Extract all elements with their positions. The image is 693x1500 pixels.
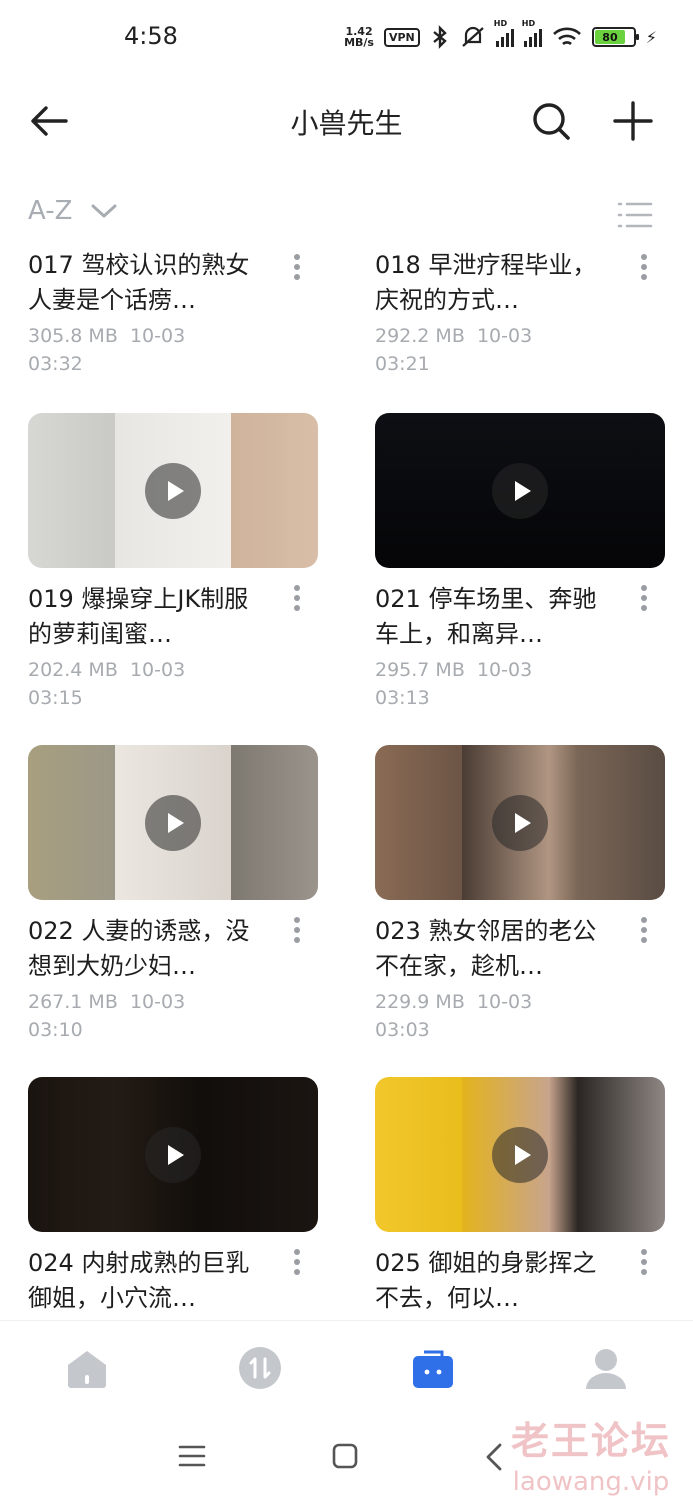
sort-bar: A-Z	[28, 196, 665, 236]
more-options-icon[interactable]	[292, 1249, 302, 1279]
item-title: 025 御姐的身影挥之不去，何以…	[375, 1249, 597, 1312]
list-view-icon[interactable]	[617, 200, 653, 230]
item-title: 018 早泄疗程毕业，庆祝的方式…	[375, 251, 597, 314]
play-icon	[145, 794, 201, 851]
charging-icon: ⚡	[645, 27, 657, 47]
list-item[interactable]: 022 人妻的诱惑，没想到大奶少妇… 267.1 MB 10-03 03:10	[28, 745, 318, 1044]
sort-dropdown[interactable]: A-Z	[28, 196, 118, 226]
signal-icon: HD	[494, 19, 514, 47]
play-icon	[492, 462, 548, 519]
more-options-icon[interactable]	[639, 585, 649, 615]
item-title: 023 熟女邻居的老公不在家，趁机…	[375, 917, 597, 980]
more-options-icon[interactable]	[292, 917, 302, 947]
chevron-down-icon	[91, 204, 117, 218]
item-title: 024 内射成熟的巨乳御姐，小穴流…	[28, 1249, 250, 1312]
video-thumbnail[interactable]	[375, 1077, 665, 1232]
item-meta: 295.7 MB 10-03 03:13	[375, 659, 533, 709]
home-icon[interactable]	[64, 1345, 110, 1391]
status-bar: 4:58 1.42 MB/s VPN HD HD 80 ⚡	[0, 0, 693, 76]
list-item[interactable]: 019 爆操穿上JK制服的萝莉闺蜜… 202.4 MB 10-03 03:15	[28, 413, 318, 712]
back-nav-icon[interactable]	[484, 1442, 504, 1472]
list-item[interactable]: 025 御姐的身影挥之不去，何以…	[375, 1077, 665, 1316]
play-icon	[492, 1126, 548, 1183]
home-nav-icon[interactable]	[331, 1442, 359, 1470]
play-icon	[492, 794, 548, 851]
status-time: 4:58	[124, 22, 178, 50]
profile-icon[interactable]	[583, 1345, 629, 1391]
plus-icon[interactable]	[612, 100, 654, 142]
item-title: 021 停车场里、奔驰车上，和离异…	[375, 585, 597, 648]
item-title: 019 爆操穿上JK制服的萝莉闺蜜…	[28, 585, 249, 648]
more-options-icon[interactable]	[292, 254, 302, 284]
mute-icon	[462, 26, 484, 47]
list-item[interactable]: 023 熟女邻居的老公不在家，趁机… 229.9 MB 10-03 03:03	[375, 745, 665, 1044]
signal-icon: HD	[522, 19, 542, 47]
bluetooth-icon	[433, 25, 447, 49]
video-thumbnail[interactable]	[28, 1077, 318, 1232]
watermark: 老王论坛 laowang.vip	[510, 1419, 671, 1497]
app-header: 小兽先生	[0, 88, 693, 154]
transfer-icon[interactable]	[237, 1345, 283, 1391]
status-icons: 1.42 MB/s VPN HD HD 80 ⚡	[344, 19, 657, 50]
video-thumbnail[interactable]	[28, 413, 318, 568]
more-options-icon[interactable]	[639, 254, 649, 284]
item-meta: 229.9 MB 10-03 03:03	[375, 991, 533, 1041]
list-item[interactable]: 021 停车场里、奔驰车上，和离异… 295.7 MB 10-03 03:13	[375, 413, 665, 712]
list-item[interactable]: 017 驾校认识的熟女人妻是个话痨… 305.8 MB 10-03 03:32	[28, 248, 318, 378]
item-meta: 202.4 MB 10-03 03:15	[28, 659, 186, 709]
wifi-icon	[552, 27, 581, 46]
page-title: 小兽先生	[290, 107, 403, 140]
battery-icon: 80	[591, 27, 639, 47]
list-item[interactable]: 024 内射成熟的巨乳御姐，小穴流…	[28, 1077, 318, 1316]
menu-icon[interactable]	[178, 1444, 206, 1468]
bottom-tab-bar	[0, 1320, 693, 1410]
more-options-icon[interactable]	[292, 585, 302, 615]
item-meta: 305.8 MB 10-03 03:32	[28, 325, 186, 375]
sort-label: A-Z	[28, 196, 73, 226]
item-meta: 267.1 MB 10-03 03:10	[28, 991, 186, 1041]
item-title: 022 人妻的诱惑，没想到大奶少妇…	[28, 917, 250, 980]
item-meta: 292.2 MB 10-03 03:21	[375, 325, 533, 375]
list-item[interactable]: 018 早泄疗程毕业，庆祝的方式… 292.2 MB 10-03 03:21	[375, 248, 665, 378]
more-options-icon[interactable]	[639, 917, 649, 947]
video-thumbnail[interactable]	[28, 745, 318, 900]
files-icon[interactable]	[410, 1345, 456, 1391]
network-speed: 1.42 MB/s	[344, 25, 374, 49]
play-icon	[145, 462, 201, 519]
search-icon[interactable]	[530, 100, 572, 142]
video-thumbnail[interactable]	[375, 745, 665, 900]
more-options-icon[interactable]	[639, 1249, 649, 1279]
vpn-badge: VPN	[383, 27, 420, 47]
play-icon	[145, 1126, 201, 1183]
item-title: 017 驾校认识的熟女人妻是个话痨…	[28, 251, 250, 314]
video-thumbnail[interactable]	[375, 413, 665, 568]
